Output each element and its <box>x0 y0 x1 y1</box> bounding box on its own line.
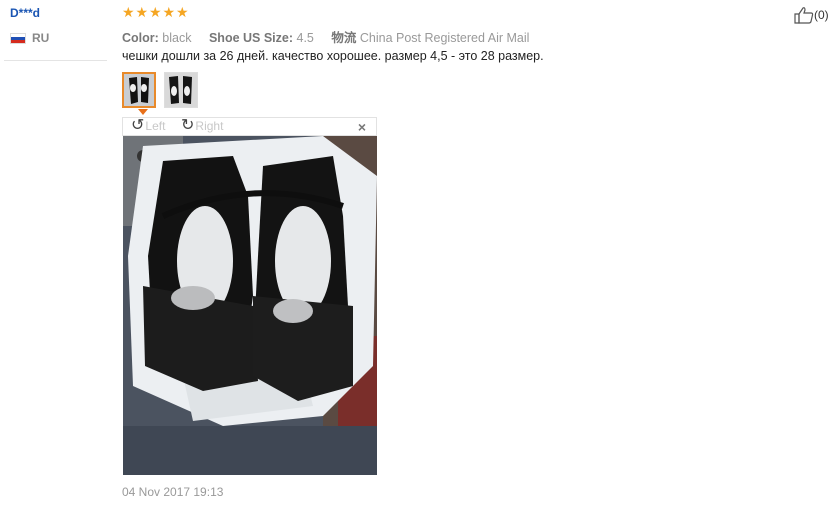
reviewer-country: RU <box>10 31 49 45</box>
order-attributes: Color: black Shoe US Size: 4.5 物流 China … <box>122 27 543 46</box>
reviewer-column: D***d RU <box>0 0 115 512</box>
review-photo-large <box>123 136 377 475</box>
rotate-right-icon: ↻ <box>181 117 195 134</box>
star-icon: ★ <box>176 4 189 20</box>
rotate-left-label: Left <box>145 119 166 133</box>
photo-thumbnails <box>122 72 206 108</box>
star-icon: ★ <box>162 4 176 20</box>
close-viewer-button[interactable]: × <box>358 119 366 135</box>
review-date: 04 Nov 2017 19:13 <box>122 485 224 499</box>
helpful-count: (0) <box>814 8 829 22</box>
reviewer-name[interactable]: D***d <box>10 6 40 20</box>
attr-label-color: Color: <box>122 31 159 45</box>
thumbs-up-icon <box>794 7 814 24</box>
star-icon: ★ <box>122 4 135 20</box>
review-photo-thumbnail-2[interactable] <box>164 72 198 108</box>
attr-value-logistics: China Post Registered Air Mail <box>359 31 530 45</box>
review-text: чешки дошли за 26 дней. качество хорошее… <box>122 49 544 63</box>
photo-viewer-toolbar: ↺ Left ↻ Right × <box>122 117 377 136</box>
rotate-left-icon: ↺ <box>131 117 145 134</box>
attr-value-size: 4.5 <box>296 31 314 45</box>
country-code: RU <box>32 31 50 45</box>
rotate-right-button[interactable]: ↻ Right <box>181 117 224 134</box>
attr-label-logistics: 物流 <box>331 31 357 45</box>
rotate-right-label: Right <box>195 119 224 133</box>
helpful-button[interactable]: (0) <box>794 6 829 24</box>
divider <box>4 60 107 61</box>
rating-stars: ★ ★ ★ ★ ★ <box>122 4 190 20</box>
star-icon: ★ <box>135 4 149 20</box>
review-photo-thumbnail-1[interactable] <box>122 72 156 108</box>
active-thumbnail-caret-icon <box>138 109 148 115</box>
rotate-left-button[interactable]: ↺ Left <box>131 117 166 134</box>
attr-label-size: Shoe US Size: <box>208 31 294 45</box>
russia-flag-icon <box>10 32 26 44</box>
attr-value-color: black <box>162 31 192 45</box>
star-icon: ★ <box>149 4 162 20</box>
